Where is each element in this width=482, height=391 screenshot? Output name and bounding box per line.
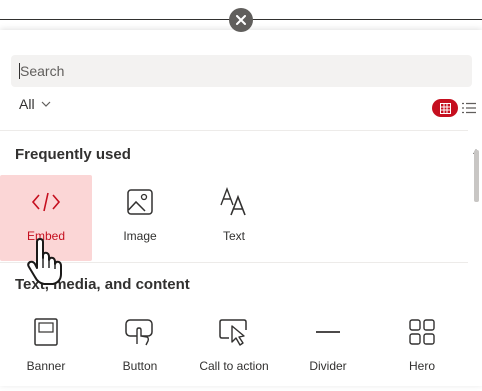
filter-label: All bbox=[19, 96, 35, 112]
close-icon bbox=[236, 15, 246, 25]
search-input[interactable]: Search bbox=[11, 55, 472, 87]
tile-label: Hero bbox=[408, 359, 435, 373]
grid-icon bbox=[439, 102, 451, 114]
tile-button[interactable]: Button bbox=[94, 305, 186, 391]
tile-label: Call to action bbox=[199, 359, 269, 373]
code-icon bbox=[31, 192, 61, 212]
list-icon[interactable] bbox=[462, 102, 476, 114]
text-icon bbox=[220, 187, 246, 216]
close-button[interactable] bbox=[229, 8, 253, 32]
search-placeholder: Search bbox=[20, 63, 65, 79]
button-icon bbox=[125, 319, 153, 346]
divider-icon bbox=[316, 331, 340, 333]
view-toggle bbox=[432, 99, 476, 117]
section-title-frequently-used: Frequently used bbox=[15, 146, 131, 163]
filter-dropdown[interactable]: All bbox=[19, 96, 51, 112]
tile-image[interactable]: Image bbox=[94, 175, 186, 261]
call-to-action-icon bbox=[219, 319, 247, 346]
hand-pointer-cursor-icon bbox=[27, 238, 62, 285]
tile-label: Banner bbox=[26, 359, 66, 373]
tile-divider[interactable]: Divider bbox=[282, 305, 374, 391]
tile-label: Image bbox=[123, 229, 157, 243]
tile-label: Text bbox=[222, 229, 245, 243]
tile-hero[interactable]: Hero bbox=[376, 305, 468, 391]
image-icon bbox=[127, 189, 153, 215]
tile-label: Divider bbox=[309, 359, 347, 373]
section-separator bbox=[0, 262, 468, 263]
scrollbar[interactable] bbox=[470, 130, 482, 386]
tile-label: Button bbox=[122, 359, 158, 373]
tile-text[interactable]: Text bbox=[188, 175, 280, 261]
banner-icon bbox=[34, 318, 58, 346]
hero-icon bbox=[409, 319, 435, 345]
chevron-down-icon bbox=[41, 101, 50, 107]
header-separator bbox=[0, 130, 468, 131]
tile-banner[interactable]: Banner bbox=[0, 305, 92, 391]
tile-call-to-action[interactable]: Call to action bbox=[188, 305, 280, 391]
grid-view-button[interactable] bbox=[432, 99, 458, 117]
